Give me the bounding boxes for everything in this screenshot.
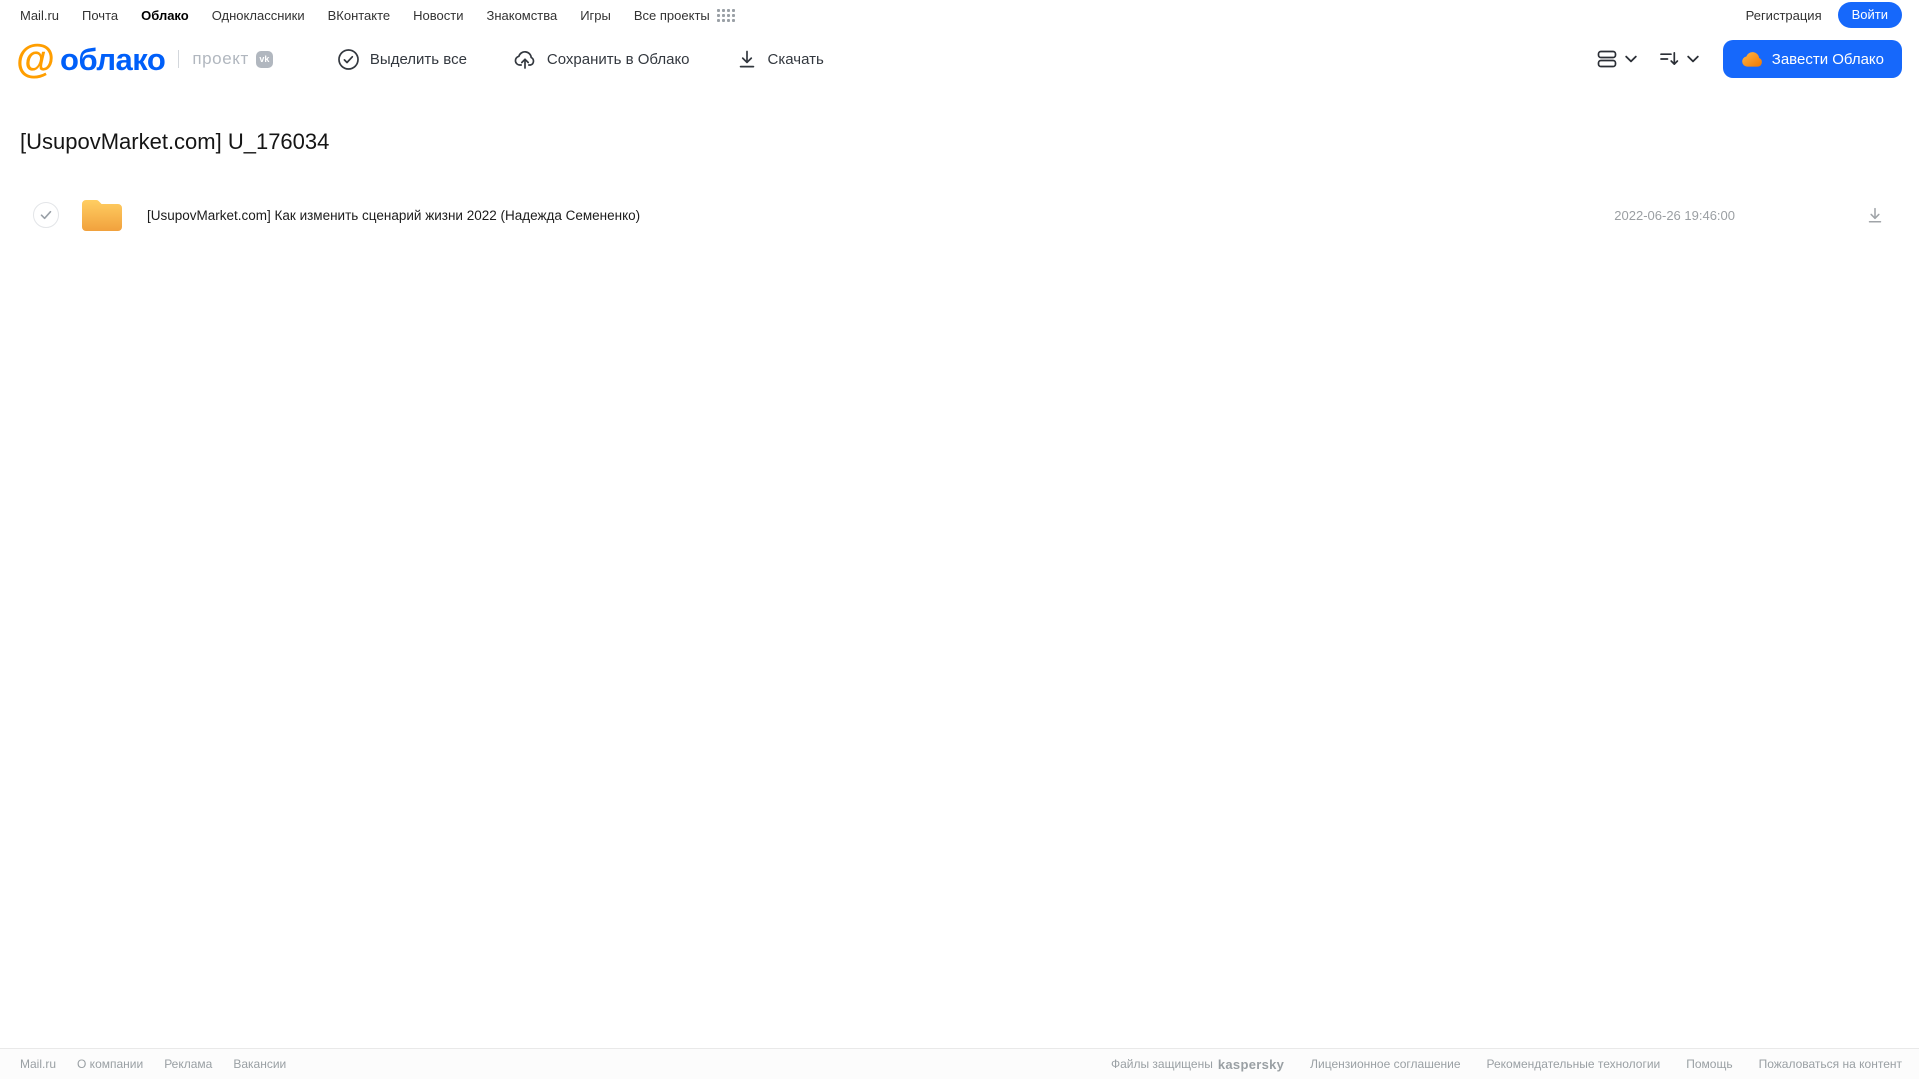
vk-icon: vk	[255, 50, 273, 68]
footer-link-help[interactable]: Помощь	[1686, 1057, 1732, 1071]
cloud-upload-icon	[513, 47, 537, 71]
download-icon	[736, 48, 758, 70]
chevron-down-icon	[1687, 55, 1699, 63]
file-modified-date: 2022-06-26 19:46:00	[1614, 207, 1735, 223]
cloud-logo[interactable]: @ облако проект vk	[16, 39, 273, 79]
topnav-item-znakomstva[interactable]: Знакомства	[486, 8, 557, 23]
protected-label: Файлы защищены	[1110, 1057, 1213, 1071]
toolbar: Выделить все Сохранить в Облако Скачать	[337, 47, 824, 71]
portal-nav: Mail.ru Почта Облако Одноклассники ВКонт…	[0, 0, 1919, 28]
save-to-cloud-button[interactable]: Сохранить в Облако	[513, 47, 690, 71]
get-cloud-button[interactable]: Завести Облако	[1722, 40, 1902, 78]
footer-link-jobs[interactable]: Вакансии	[233, 1057, 286, 1071]
file-download-button[interactable]	[1865, 205, 1885, 225]
footer-link-license[interactable]: Лицензионное соглашение	[1310, 1057, 1460, 1071]
topnav-item-odnoklassniki[interactable]: Одноклассники	[212, 8, 305, 23]
all-projects-label[interactable]: Все проекты	[634, 8, 710, 23]
footer-link-mailru[interactable]: Mail.ru	[20, 1057, 56, 1071]
main-content: [UsupovMarket.com] U_176034 [UsupovMarke…	[0, 90, 1919, 1048]
topnav-item-novosti[interactable]: Новости	[413, 8, 463, 23]
footer-right: Файлы защищены kaspersky Лицензионное со…	[1111, 1057, 1902, 1072]
project-label: проект	[192, 49, 249, 68]
login-button[interactable]: Войти	[1837, 2, 1902, 28]
registration-link[interactable]: Регистрация	[1746, 8, 1822, 23]
kaspersky-protection: Файлы защищены kaspersky	[1111, 1057, 1284, 1072]
topnav-item-vkontakte[interactable]: ВКонтакте	[328, 8, 391, 23]
file-name-link[interactable]: [UsupovMarket.com] Как изменить сценарий…	[147, 208, 640, 223]
apps-grid-icon[interactable]	[716, 8, 735, 22]
file-checkbox[interactable]	[33, 202, 59, 228]
list-view-icon	[1595, 47, 1619, 71]
view-mode-button[interactable]	[1595, 47, 1637, 71]
folder-icon	[79, 196, 125, 234]
sort-icon	[1657, 47, 1681, 71]
save-to-cloud-label: Сохранить в Облако	[546, 50, 690, 68]
topnav-item-all-projects[interactable]: Все проекты	[634, 8, 735, 23]
footer-link-about[interactable]: О компании	[77, 1057, 143, 1071]
download-button[interactable]: Скачать	[736, 48, 824, 70]
footer: Mail.ru О компании Реклама Вакансии Файл…	[0, 1048, 1919, 1079]
select-all-button[interactable]: Выделить все	[337, 48, 467, 71]
check-circle-icon	[337, 48, 360, 71]
kaspersky-logo[interactable]: kaspersky	[1218, 1057, 1284, 1072]
file-row[interactable]: [UsupovMarket.com] Как изменить сценарий…	[0, 189, 1919, 241]
chevron-down-icon	[1625, 55, 1637, 63]
header: @ облако проект vk Выделить все Сохранит…	[0, 28, 1919, 90]
download-icon	[1868, 207, 1882, 223]
footer-link-ads[interactable]: Реклама	[164, 1057, 212, 1071]
sort-button[interactable]	[1657, 47, 1699, 71]
logo-text: облако	[60, 41, 166, 77]
topnav-item-oblako[interactable]: Облако	[141, 8, 189, 23]
header-right-controls: Завести Облако	[1595, 40, 1902, 78]
logo-divider	[178, 50, 180, 68]
footer-link-recommendations[interactable]: Рекомендательные технологии	[1487, 1057, 1661, 1071]
checkmark-icon	[40, 210, 52, 220]
topnav-auth: Регистрация Войти	[1746, 2, 1902, 28]
cloud-icon	[1741, 51, 1763, 67]
get-cloud-label: Завести Облако	[1771, 50, 1884, 68]
footer-link-report[interactable]: Пожаловаться на контент	[1759, 1057, 1902, 1071]
topnav-item-pochta[interactable]: Почта	[82, 8, 118, 23]
page-title: [UsupovMarket.com] U_176034	[20, 129, 330, 154]
at-logo-icon: @	[16, 37, 56, 81]
topnav-item-igry[interactable]: Игры	[580, 8, 611, 23]
select-all-label: Выделить все	[369, 50, 467, 68]
topnav-item-mailru[interactable]: Mail.ru	[20, 8, 59, 23]
download-label: Скачать	[767, 50, 824, 68]
